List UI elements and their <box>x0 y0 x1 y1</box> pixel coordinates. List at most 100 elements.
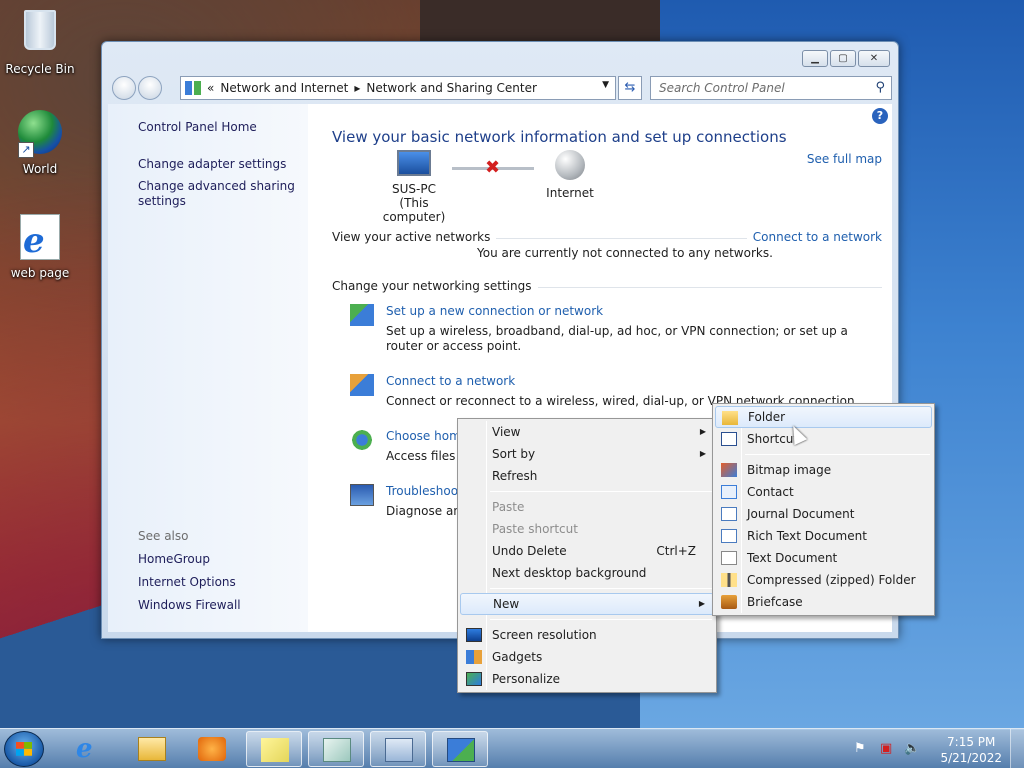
submenu-item-journal[interactable]: Journal Document <box>715 503 932 525</box>
task-title[interactable]: Connect to a network <box>386 374 515 388</box>
contact-icon <box>721 485 737 499</box>
menu-shortcut: Ctrl+Z <box>656 544 696 558</box>
link-homegroup[interactable]: HomeGroup <box>138 552 241 567</box>
screen-resolution-icon <box>466 628 482 642</box>
taskbar-journal[interactable] <box>308 731 364 767</box>
taskbar-explorer[interactable] <box>124 731 180 767</box>
volume-icon[interactable]: 🔈 <box>904 741 920 756</box>
menu-item-label: Undo Delete <box>492 544 567 558</box>
menu-item-new[interactable]: New ▶ <box>460 593 714 615</box>
task-title[interactable]: Set up a new connection or network <box>386 304 603 318</box>
link-internet-options[interactable]: Internet Options <box>138 575 241 590</box>
breadcrumb-network-and-internet[interactable]: Network and Internet <box>220 81 348 95</box>
submenu-item-folder[interactable]: Folder <box>715 406 932 428</box>
link-change-advanced-sharing[interactable]: Change advanced sharing settings <box>138 179 308 209</box>
submenu-arrow-icon: ▶ <box>699 427 706 436</box>
menu-item-label: Rich Text Document <box>747 529 867 543</box>
desktop-icon-label: web page <box>10 266 70 280</box>
task-title[interactable]: Troubleshoot <box>386 484 463 498</box>
desktop-icon-recycle-bin[interactable]: Recycle Bin <box>0 6 80 76</box>
menu-item-label: Contact <box>747 485 794 499</box>
back-button[interactable] <box>112 76 136 100</box>
action-center-flag-icon[interactable]: ⚑ <box>854 741 866 756</box>
taskbar-sticky-notes[interactable] <box>246 731 302 767</box>
taskbar-network-sharing[interactable] <box>432 731 488 767</box>
network-disconnected-icon[interactable]: ▣ <box>880 741 892 756</box>
shortcut-arrow-icon: ↗ <box>18 142 34 158</box>
clock[interactable]: 7:15 PM 5/21/2022 <box>940 734 1002 766</box>
submenu-item-briefcase[interactable]: Briefcase <box>715 591 932 613</box>
taskbar: e ⚑ ▣ 🔈 7:15 PM 5/21/2022 <box>0 728 1024 768</box>
submenu-item-rich-text[interactable]: Rich Text Document <box>715 525 932 547</box>
menu-item-refresh[interactable]: Refresh <box>460 465 714 487</box>
recycle-bin-icon <box>24 10 56 50</box>
submenu-item-text-document[interactable]: Text Document <box>715 547 932 569</box>
minimize-button[interactable]: ▁ <box>802 50 828 67</box>
menu-separator <box>490 491 712 492</box>
this-computer-node[interactable]: SUS-PC (This computer) <box>370 150 458 224</box>
menu-item-screen-resolution[interactable]: Screen resolution <box>460 624 714 646</box>
clock-time: 7:15 PM <box>947 735 996 749</box>
link-change-adapter-settings[interactable]: Change adapter settings <box>138 157 308 172</box>
link-control-panel-home[interactable]: Control Panel Home <box>138 120 308 135</box>
submenu-item-zip-folder[interactable]: Compressed (zipped) Folder <box>715 569 932 591</box>
menu-item-sort-by[interactable]: Sort by ▶ <box>460 443 714 465</box>
menu-item-gadgets[interactable]: Gadgets <box>460 646 714 668</box>
menu-item-label: Compressed (zipped) Folder <box>747 573 916 587</box>
search-input[interactable]: Search Control Panel ⚲ <box>650 76 892 100</box>
breadcrumb-network-sharing-center[interactable]: Network and Sharing Center <box>366 81 537 95</box>
address-dropdown-icon[interactable]: ▼ <box>602 80 609 90</box>
desktop-icon-world[interactable]: ↗ World <box>0 110 80 176</box>
sticky-notes-icon <box>261 738 289 762</box>
menu-item-view[interactable]: View ▶ <box>460 421 714 443</box>
internet-node[interactable]: Internet <box>538 150 602 200</box>
internet-globe-icon <box>555 150 585 180</box>
show-desktop-button[interactable] <box>1010 729 1024 768</box>
menu-item-label: View <box>492 425 521 439</box>
menu-item-undo-delete[interactable]: Undo Delete Ctrl+Z <box>460 540 714 562</box>
link-windows-firewall[interactable]: Windows Firewall <box>138 598 241 613</box>
maximize-button[interactable]: ▢ <box>830 50 856 67</box>
breadcrumb-separator[interactable]: ▸ <box>354 81 360 95</box>
menu-item-label: Paste <box>492 500 525 514</box>
page-title: View your basic network information and … <box>332 128 787 146</box>
close-button[interactable]: ✕ <box>858 50 890 67</box>
link-connect-to-network[interactable]: Connect to a network <box>746 230 882 244</box>
see-also-heading: See also <box>138 529 189 543</box>
submenu-item-shortcut[interactable]: Shortcut <box>715 428 932 450</box>
taskbar-control-panel[interactable] <box>370 731 426 767</box>
breadcrumb-prefix[interactable]: « <box>207 81 214 95</box>
search-icon[interactable]: ⚲ <box>875 80 885 95</box>
start-button[interactable] <box>4 731 44 767</box>
submenu-item-contact[interactable]: Contact <box>715 481 932 503</box>
address-bar[interactable]: « Network and Internet ▸ Network and Sha… <box>180 76 616 100</box>
disconnected-x-icon: ✖ <box>485 157 501 178</box>
taskbar-internet-explorer[interactable]: e <box>62 731 118 767</box>
task-title[interactable]: Choose home <box>386 429 468 443</box>
taskbar-media-player[interactable] <box>184 731 240 767</box>
desktop-icon-web-page[interactable]: e web page <box>0 214 80 280</box>
journal-icon <box>721 507 737 521</box>
menu-item-paste[interactable]: Paste <box>460 496 714 518</box>
menu-item-label: Text Document <box>747 551 838 565</box>
menu-item-personalize[interactable]: Personalize <box>460 668 714 690</box>
forward-button[interactable] <box>138 76 162 100</box>
desktop-context-menu: View ▶ Sort by ▶ Refresh Paste Paste short… <box>457 418 717 693</box>
internet-label: Internet <box>546 186 594 200</box>
menu-item-label: Bitmap image <box>747 463 832 477</box>
active-networks-label: View your active networks <box>332 230 497 244</box>
menu-item-label: Gadgets <box>492 650 543 664</box>
menu-item-paste-shortcut[interactable]: Paste shortcut <box>460 518 714 540</box>
new-submenu: Folder Shortcut Bitmap image Contact Jou… <box>712 403 935 616</box>
menu-item-next-background[interactable]: Next desktop background <box>460 562 714 584</box>
help-icon[interactable]: ? <box>872 108 888 124</box>
refresh-icon[interactable]: ⇆ <box>618 76 642 100</box>
networking-settings-header: Change your networking settings <box>332 279 882 293</box>
submenu-item-bitmap[interactable]: Bitmap image <box>715 459 932 481</box>
journal-icon <box>323 738 351 762</box>
system-tray: ⚑ ▣ 🔈 7:15 PM 5/21/2022 <box>854 729 1024 768</box>
gadgets-icon <box>466 650 482 664</box>
submenu-arrow-icon: ▶ <box>699 449 706 458</box>
link-see-full-map[interactable]: See full map <box>807 152 882 166</box>
explorer-folder-icon <box>138 737 166 761</box>
